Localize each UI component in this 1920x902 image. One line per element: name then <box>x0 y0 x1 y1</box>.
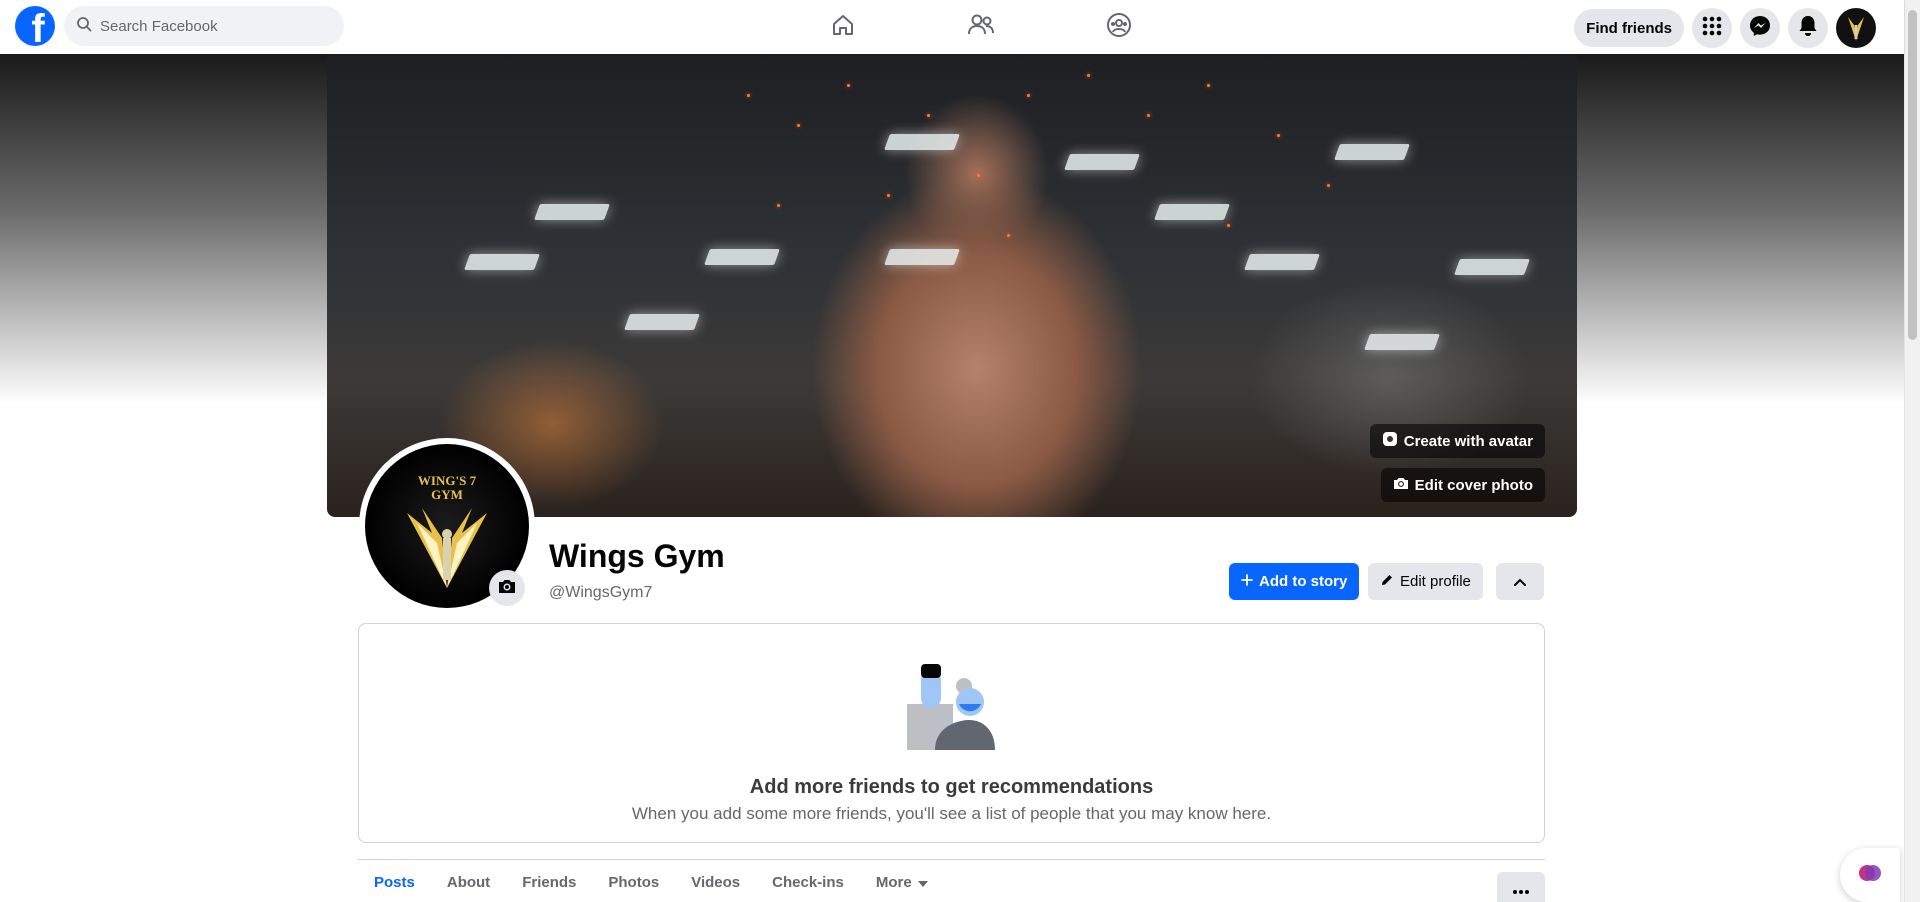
spark <box>797 124 800 127</box>
recommendations-title: Add more friends to get recommendations <box>749 776 1154 798</box>
profile-handle: @WingsGym7 <box>549 584 653 601</box>
tab-friends[interactable]: Friends <box>506 862 592 902</box>
ellipsis-icon <box>1513 881 1529 899</box>
home-icon <box>830 12 856 43</box>
create-with-avatar-button[interactable]: Create with avatar <box>1369 424 1545 458</box>
ceiling-light <box>884 134 960 150</box>
collapse-button[interactable] <box>1496 563 1544 600</box>
ceiling-light <box>1064 154 1140 170</box>
tab-more[interactable]: More <box>860 862 944 902</box>
recommendations-subtitle: When you add some more friends, you'll s… <box>631 804 1272 823</box>
spark <box>747 94 750 97</box>
spark <box>1207 84 1210 87</box>
profile-tabs: Posts About Friends Photos Videos Check-… <box>358 862 944 902</box>
scrollbar-thumb[interactable] <box>1908 10 1917 340</box>
messenger-button[interactable] <box>1740 8 1780 48</box>
groups-icon <box>1106 12 1132 43</box>
profile-picture-text: WING'S 7 GYM <box>365 474 529 502</box>
ceiling-light <box>704 249 780 265</box>
wings-logo-icon <box>1848 17 1864 41</box>
search-box[interactable] <box>64 6 344 46</box>
tab-more-label: More <box>875 873 912 891</box>
edit-profile-label: Edit profile <box>1400 573 1471 590</box>
edit-profile-button[interactable]: Edit profile <box>1368 563 1483 600</box>
right-controls: Find friends <box>1574 8 1876 48</box>
extension-widget[interactable] <box>1840 848 1900 902</box>
notifications-icon <box>1798 15 1818 42</box>
ceiling-light <box>464 254 540 270</box>
ceiling-light <box>1154 204 1230 220</box>
camera-icon <box>1393 476 1409 494</box>
tab-check-ins[interactable]: Check-ins <box>756 862 860 902</box>
spark <box>1277 134 1280 137</box>
ceiling-light <box>624 314 700 330</box>
wings-emblem-icon <box>407 508 487 588</box>
facebook-logo-letter: f <box>31 7 45 46</box>
profile-name: Wings Gym <box>549 538 725 574</box>
search-input[interactable] <box>100 17 320 35</box>
cover-photo[interactable]: Create with avatar Edit cover photo <box>327 54 1577 517</box>
profile-picture-text-line1: WING'S 7 <box>417 473 477 488</box>
edit-cover-photo-label: Edit cover photo <box>1414 476 1533 494</box>
nav-friends[interactable] <box>912 0 1050 54</box>
recommendations-card: Add more friends to get recommendations … <box>358 623 1545 843</box>
add-to-story-label: Add to story <box>1259 573 1348 590</box>
messenger-icon <box>1749 15 1771 42</box>
nav-home[interactable] <box>774 0 912 54</box>
ceiling-light <box>1244 254 1320 270</box>
top-navigation-bar: f Find friends <box>0 0 1904 54</box>
profile-picture-text-line2: GYM <box>431 487 463 502</box>
tab-about[interactable]: About <box>431 862 506 902</box>
tab-videos[interactable]: Videos <box>675 862 756 902</box>
spark <box>1087 74 1090 77</box>
ceiling-light <box>1364 334 1440 350</box>
add-to-story-button[interactable]: Add to story <box>1229 563 1360 600</box>
tab-photos[interactable]: Photos <box>592 862 675 902</box>
ceiling-light <box>884 249 960 265</box>
nav-groups[interactable] <box>1050 0 1188 54</box>
tabs-divider <box>358 859 1545 860</box>
edit-cover-photo-button[interactable]: Edit cover photo <box>1380 468 1545 502</box>
spark <box>1227 224 1230 227</box>
friends-icon <box>967 12 995 43</box>
spark <box>1327 184 1330 187</box>
chevron-up-icon <box>1514 573 1526 590</box>
tab-posts[interactable]: Posts <box>358 862 431 902</box>
spark <box>1027 94 1030 97</box>
menu-grid-icon <box>1702 16 1722 41</box>
spark <box>977 174 980 177</box>
spark <box>777 204 780 207</box>
facebook-logo[interactable]: f <box>15 6 55 46</box>
spark <box>1007 234 1010 237</box>
ceiling-light <box>534 204 610 220</box>
spark <box>927 114 930 117</box>
plus-icon <box>1241 573 1253 590</box>
more-options-button[interactable] <box>1497 872 1545 902</box>
spark <box>887 194 890 197</box>
ceiling-light <box>1334 144 1410 160</box>
search-icon <box>76 16 92 37</box>
notifications-button[interactable] <box>1788 8 1828 48</box>
change-profile-picture-button[interactable] <box>489 570 525 606</box>
main-nav <box>774 0 1188 54</box>
spark <box>1147 114 1150 117</box>
ceiling-light <box>1454 259 1530 275</box>
brain-icon <box>1857 860 1883 891</box>
spark <box>847 84 850 87</box>
find-friends-button[interactable]: Find friends <box>1574 9 1684 47</box>
people-illustration-icon <box>907 664 995 750</box>
pencil-icon <box>1380 573 1394 591</box>
create-with-avatar-label: Create with avatar <box>1403 432 1533 450</box>
caret-down-icon <box>917 874 928 891</box>
camera-icon <box>498 578 516 599</box>
menu-button[interactable] <box>1692 8 1732 48</box>
page-scrollbar[interactable] <box>1904 0 1920 902</box>
avatar-icon <box>1382 431 1398 451</box>
account-avatar[interactable] <box>1836 8 1876 48</box>
